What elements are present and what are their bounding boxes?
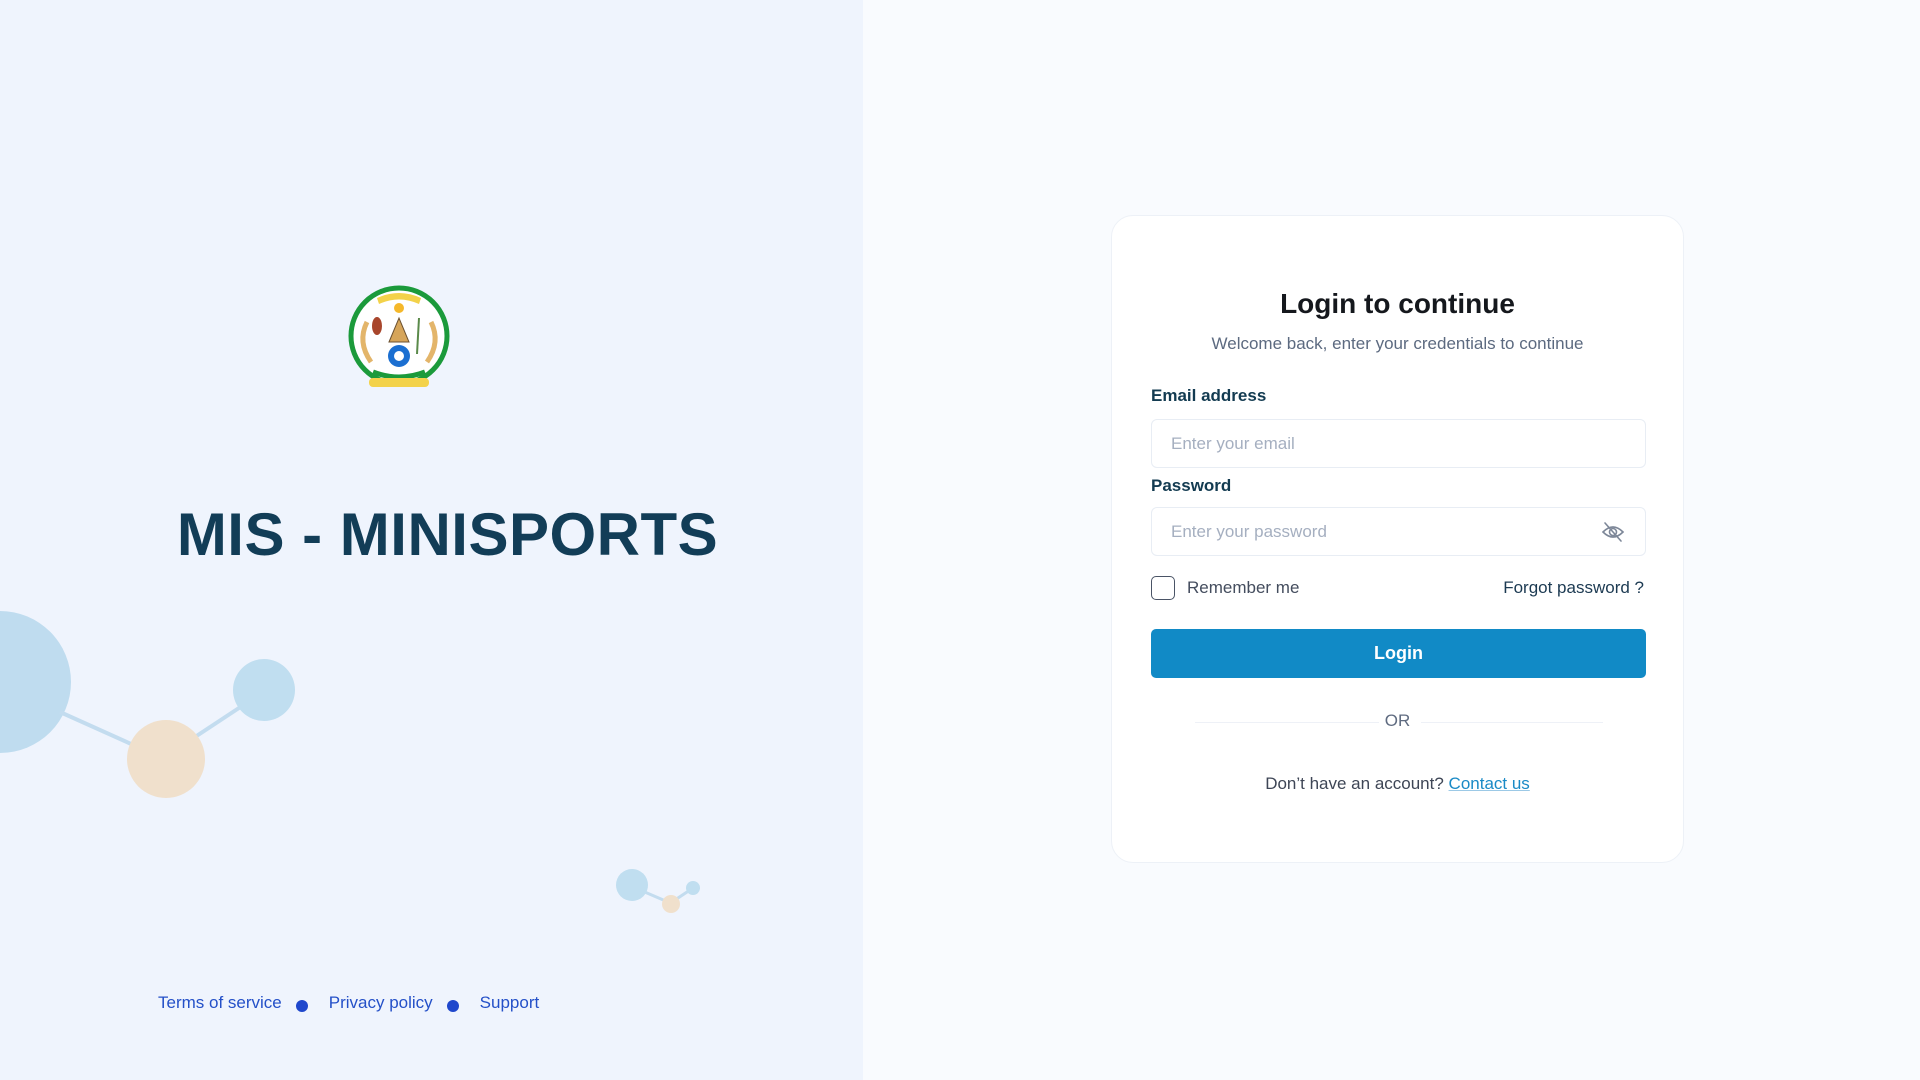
no-account-text: Don’t have an account? (1265, 774, 1444, 793)
contact-us-link[interactable]: Contact us (1449, 774, 1530, 793)
login-title: Login to continue (1280, 288, 1515, 319)
decor-circle (127, 720, 205, 798)
password-label: Password (1151, 476, 1232, 495)
login-button[interactable]: Login (1151, 629, 1646, 678)
separator-dot (295, 1000, 308, 1012)
footer-links: Terms of service Privacy policy Support (158, 993, 539, 1013)
login-card: Login to continue Welcome back, enter yo… (1111, 215, 1684, 863)
coat-of-arms-logo (348, 285, 450, 387)
or-divider-label: OR (1384, 711, 1411, 730)
decor-circle (616, 869, 648, 901)
email-label: Email address (1151, 386, 1267, 405)
eye-off-icon[interactable] (1601, 520, 1625, 544)
app-title: MIS - MINISPORTS (176, 501, 719, 568)
decor-circle (662, 895, 680, 913)
remember-me-label[interactable]: Remember me (1187, 578, 1299, 598)
privacy-link[interactable]: Privacy policy (329, 993, 433, 1013)
email-field[interactable] (1151, 419, 1646, 468)
login-subtitle: Welcome back, enter your credentials to … (1211, 334, 1584, 353)
no-account-row: Don’t have an account? Contact us (1112, 774, 1683, 794)
support-link[interactable]: Support (480, 993, 540, 1013)
terms-link[interactable]: Terms of service (158, 993, 282, 1013)
separator-dot (446, 1000, 459, 1012)
password-field[interactable] (1151, 507, 1646, 556)
brand-panel: MIS - MINISPORTS Terms of service Privac… (0, 0, 863, 1080)
decor-circle (233, 659, 295, 721)
remember-me-checkbox[interactable] (1151, 576, 1175, 600)
decor-circle (686, 881, 700, 895)
forgot-password-link[interactable]: Forgot password ? (1503, 578, 1644, 598)
